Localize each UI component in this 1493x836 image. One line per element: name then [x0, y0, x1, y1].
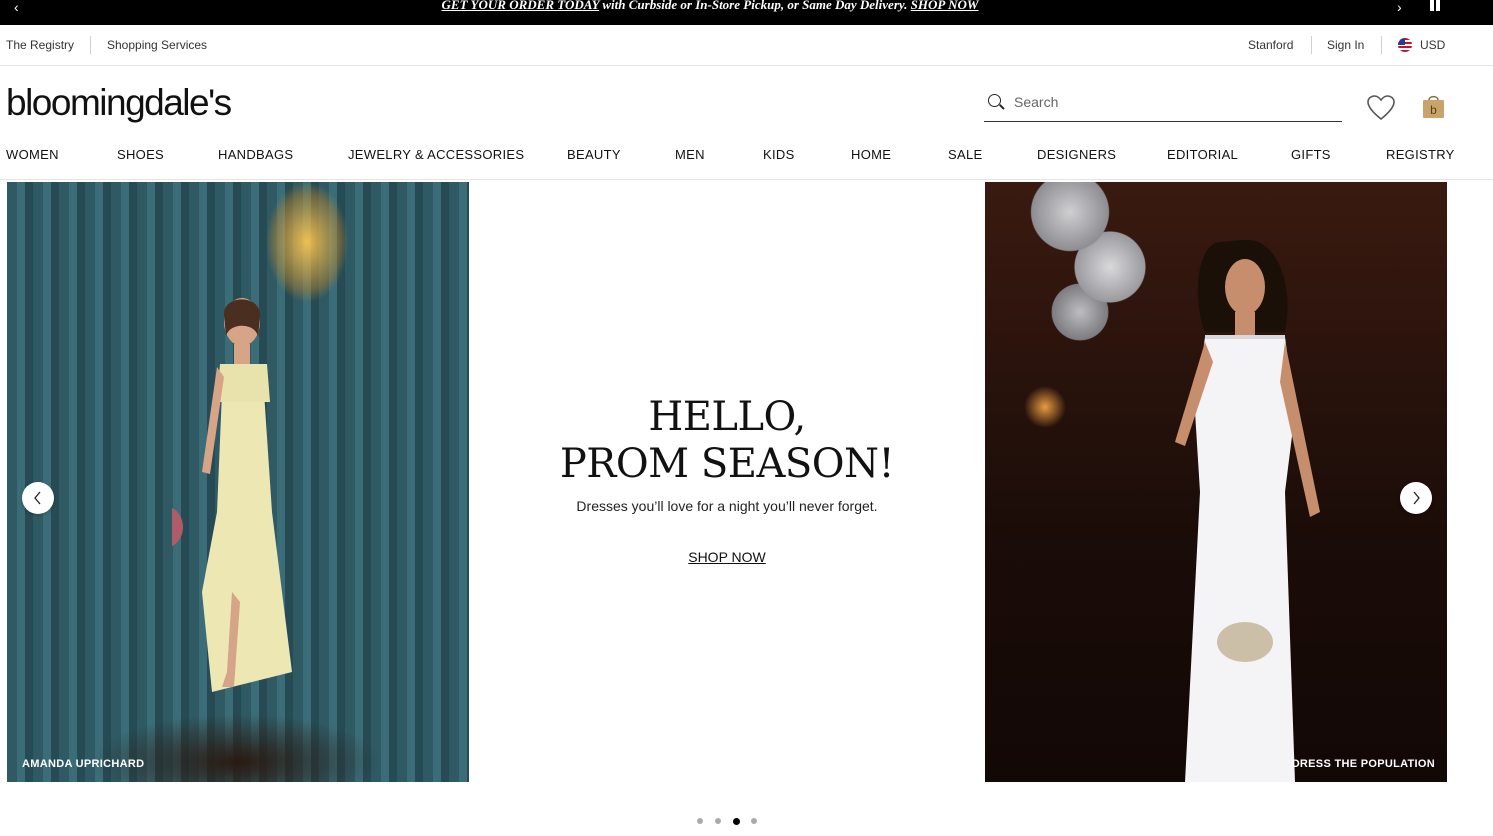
carousel-next-button[interactable]: [1400, 482, 1432, 514]
currency-label: USD: [1420, 38, 1446, 52]
nav-item-editorial[interactable]: EDITORIAL: [1167, 147, 1238, 162]
store-locator-link[interactable]: Stanford: [1248, 38, 1293, 52]
registry-link[interactable]: The Registry: [6, 38, 74, 52]
hero-right-credit: DRESS THE POPULATION: [1291, 758, 1435, 770]
sign-in-link[interactable]: Sign In: [1327, 38, 1364, 52]
promo-next-icon[interactable]: ›: [1397, 0, 1402, 14]
chevron-left-icon: [34, 491, 41, 505]
hero-headline: HELLO, PROM SEASON!: [469, 394, 985, 488]
carousel-prev-button[interactable]: [22, 482, 54, 514]
hero-image-right[interactable]: DRESS THE POPULATION: [985, 182, 1447, 782]
search-input[interactable]: [1014, 91, 1334, 113]
promo-shop-now-link[interactable]: SHOP NOW: [911, 0, 979, 12]
nav-item-designers[interactable]: DESIGNERS: [1037, 147, 1116, 162]
shopping-services-link[interactable]: Shopping Services: [107, 38, 207, 52]
nav-item-gifts[interactable]: GIFTS: [1291, 147, 1331, 162]
promo-link[interactable]: GET YOUR ORDER TODAY: [442, 0, 600, 12]
carousel-dot-3[interactable]: [733, 817, 740, 825]
nav-item-kids[interactable]: KIDS: [763, 147, 795, 162]
heart-icon[interactable]: [1367, 95, 1395, 121]
pause-icon[interactable]: [1429, 0, 1441, 12]
hero-shop-now-link[interactable]: SHOP NOW: [469, 549, 985, 565]
nav-item-sale[interactable]: SALE: [948, 147, 982, 162]
brand-logo[interactable]: bloomingdale's: [6, 84, 232, 122]
hero-headline-line2: PROM SEASON!: [559, 441, 895, 487]
promo-text: with Curbside or In-Store Pickup, or Sam…: [599, 0, 911, 12]
divider: [90, 36, 91, 54]
hero-left-credit: AMANDA UPRICHARD: [22, 758, 145, 770]
carousel-dot-1[interactable]: [697, 818, 703, 824]
hero-image-left[interactable]: AMANDA UPRICHARD: [7, 182, 469, 782]
nav-item-shoes[interactable]: SHOES: [117, 147, 164, 162]
nav-item-registry[interactable]: REGISTRY: [1386, 147, 1455, 162]
divider: [1311, 36, 1312, 54]
search-icon[interactable]: [988, 94, 1001, 107]
currency-selector[interactable]: USD: [1398, 38, 1445, 52]
nav-item-jewelry[interactable]: JEWELRY & ACCESSORIES: [348, 147, 524, 162]
carousel-dot-4[interactable]: [751, 818, 757, 824]
model-figure: [172, 298, 292, 692]
hero-content: HELLO, PROM SEASON! Dresses you’ll love …: [469, 182, 985, 782]
nav-item-beauty[interactable]: BEAUTY: [567, 147, 621, 162]
promo-message: GET YOUR ORDER TODAY with Curbside or In…: [0, 0, 1420, 13]
main-navigation: WOMEN SHOES HANDBAGS JEWELRY & ACCESSORI…: [0, 140, 1493, 180]
shopping-bag-icon[interactable]: b: [1422, 93, 1445, 119]
hero-headline-line1: HELLO,: [648, 394, 806, 440]
utility-bar: The Registry Shopping Services Stanford …: [0, 25, 1493, 66]
promo-banner: ‹ GET YOUR ORDER TODAY with Curbside or …: [0, 0, 1493, 25]
chevron-right-icon: [1413, 491, 1420, 505]
nav-item-men[interactable]: MEN: [675, 147, 705, 162]
divider: [1381, 36, 1382, 54]
hero-subline: Dresses you’ll love for a night you’ll n…: [576, 498, 878, 514]
nav-item-handbags[interactable]: HANDBAGS: [218, 147, 293, 162]
carousel-dot-2[interactable]: [715, 818, 721, 824]
svg-text:b: b: [1430, 103, 1437, 117]
nav-item-home[interactable]: HOME: [851, 147, 891, 162]
search-bar: [984, 86, 1342, 122]
flag-us-icon: [1398, 38, 1412, 52]
model-figure: [1175, 239, 1320, 782]
nav-item-women[interactable]: WOMEN: [6, 147, 59, 162]
